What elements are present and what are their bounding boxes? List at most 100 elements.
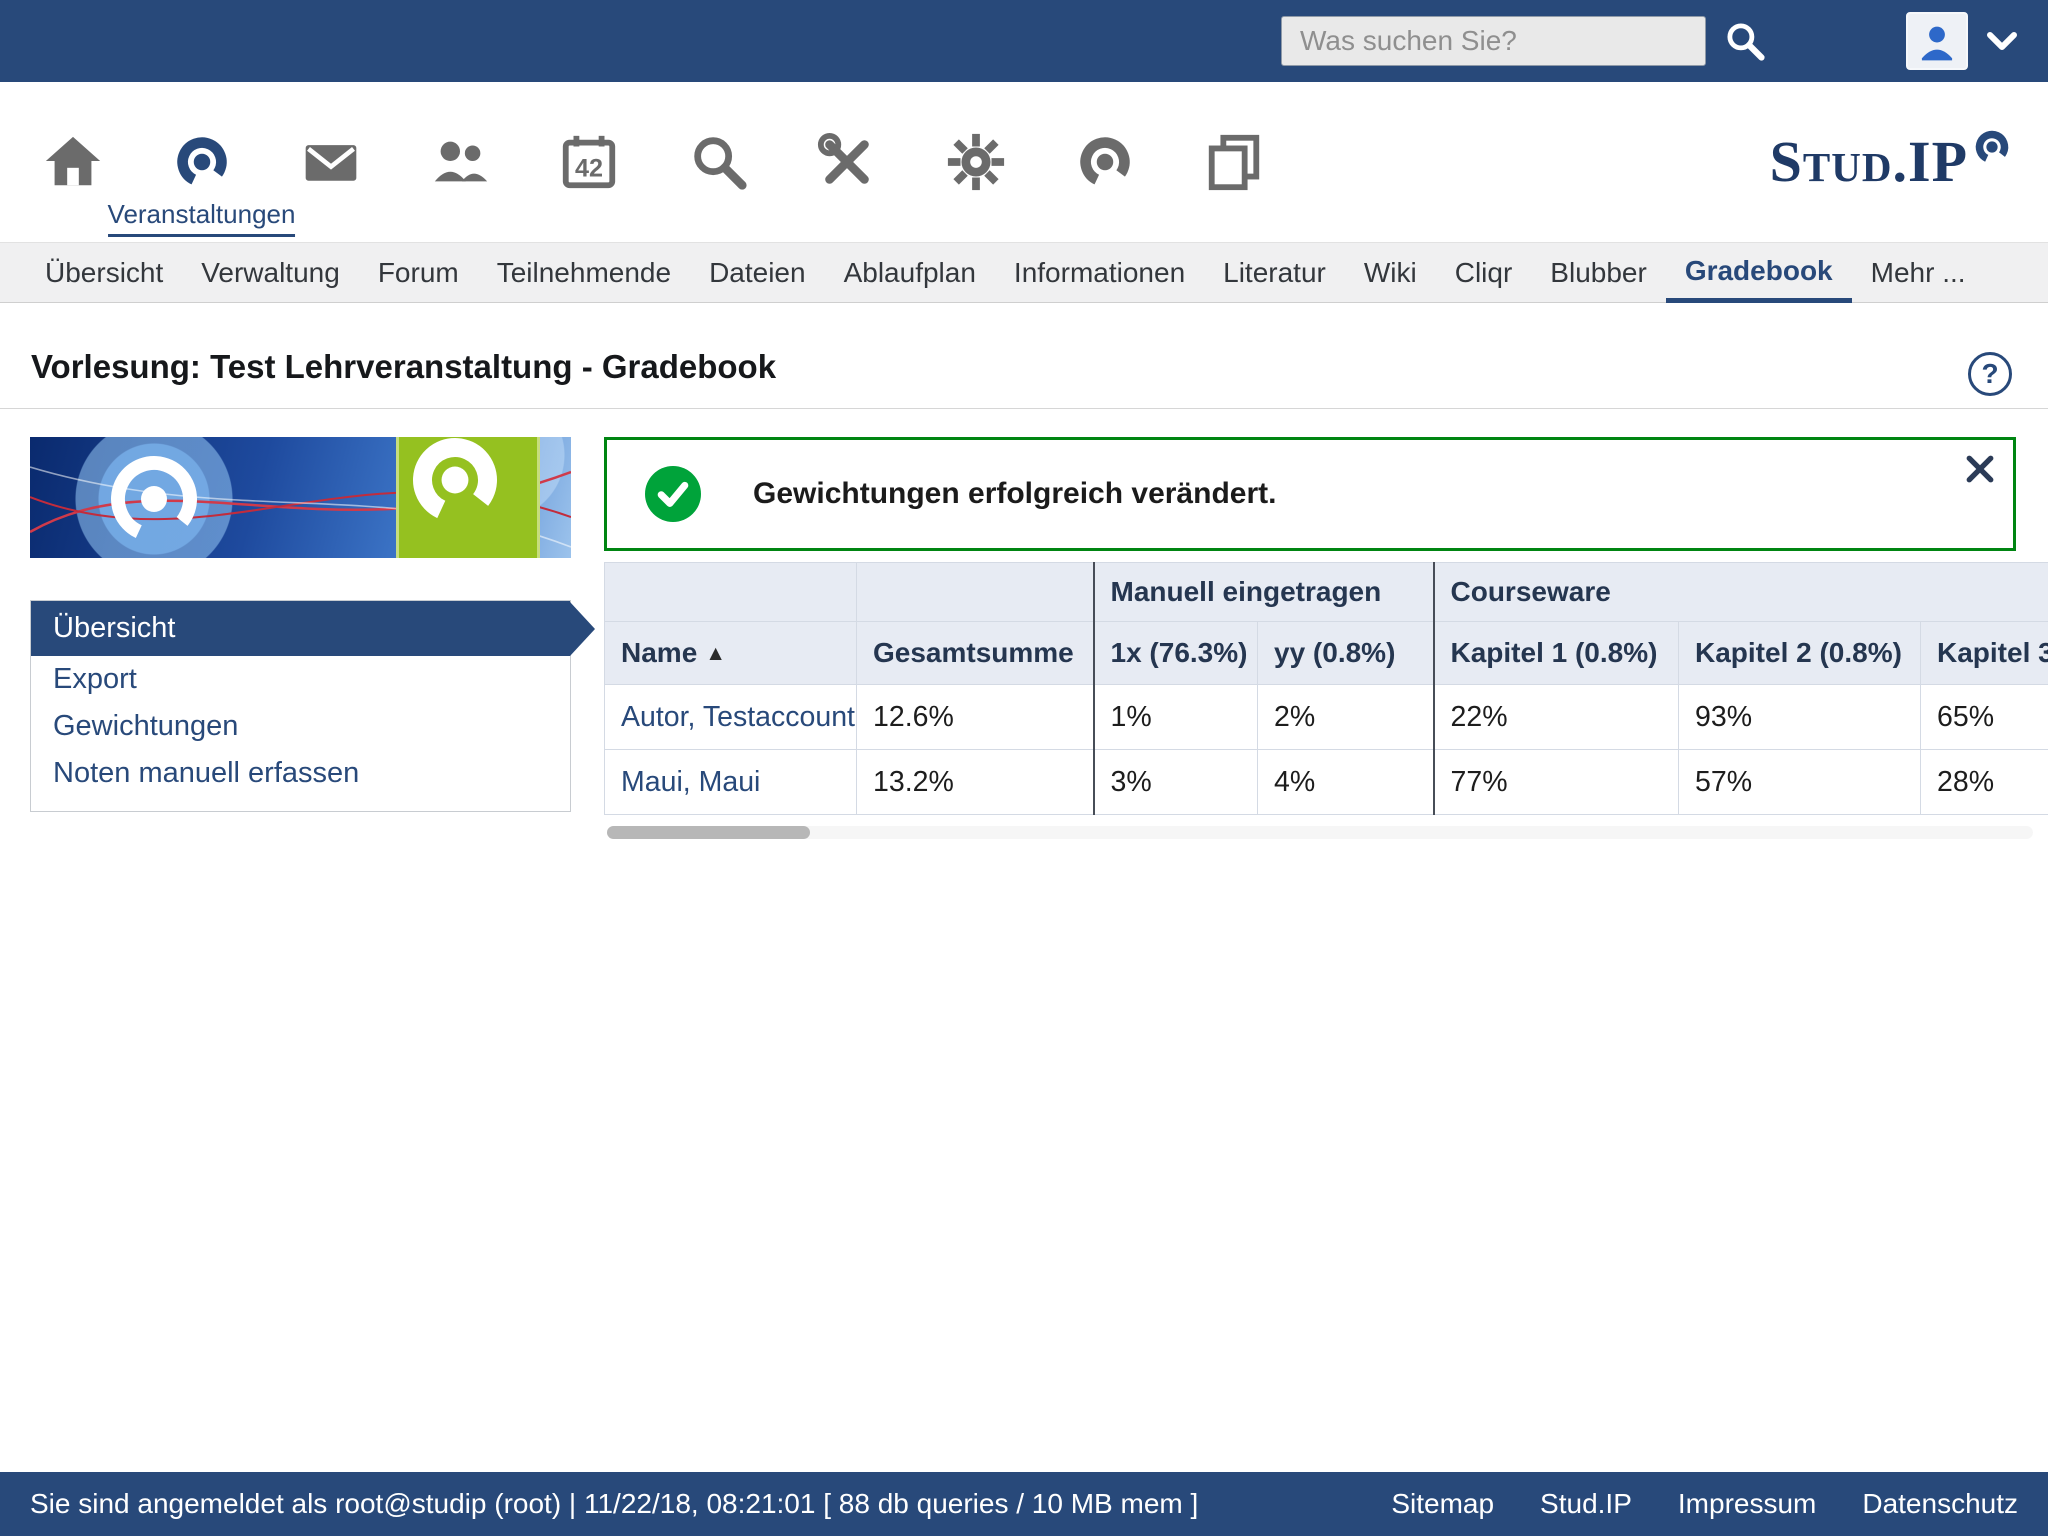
column-header-name[interactable]: Name▲ — [605, 622, 857, 685]
footer-bar: Sie sind angemeldet als root@studip (roo… — [0, 1472, 2048, 1536]
footer-link-datenschutz[interactable]: Datenschutz — [1862, 1488, 2018, 1520]
tab-blubber[interactable]: Blubber — [1531, 243, 1666, 303]
pages-icon — [1203, 131, 1265, 193]
nav-admin-icon[interactable] — [911, 82, 1040, 242]
footer-links: Sitemap Stud.IP Impressum Datenschutz — [1391, 1488, 2018, 1520]
tab-mehr[interactable]: Mehr ... — [1852, 243, 1985, 303]
main-header: Veranstaltungen 42 — [0, 82, 2048, 242]
nav-pages-icon[interactable] — [1169, 82, 1298, 242]
grade-cell: 4% — [1258, 750, 1434, 815]
nav-community-icon[interactable] — [395, 82, 524, 242]
grade-cell: 28% — [1921, 750, 2048, 815]
main-icon-nav: Veranstaltungen 42 — [0, 82, 2048, 242]
tab-dateien[interactable]: Dateien — [690, 243, 825, 303]
studip-logo-text: Stud.IP — [1770, 133, 1968, 191]
home-icon — [42, 131, 104, 193]
courseware-swirl-icon — [399, 437, 511, 536]
grade-cell: 12.6% — [857, 685, 1094, 750]
sidebar-item-export[interactable]: Export — [31, 656, 570, 703]
gear-icon — [945, 131, 1007, 193]
studip-logo: Stud.IP — [1770, 133, 2012, 191]
student-name-link[interactable]: Autor, Testaccount — [621, 701, 855, 733]
column-header-kapitel-3[interactable]: Kapitel 3 — [1921, 622, 2048, 685]
course-tab-bar: ÜbersichtVerwaltungForumTeilnehmendeDate… — [0, 242, 2048, 303]
mail-icon — [301, 132, 361, 192]
sidebar-item-gewichtungen[interactable]: Gewichtungen — [31, 703, 570, 750]
horizontal-scrollbar[interactable] — [607, 826, 2033, 839]
nav-schedule-icon[interactable]: 42 — [524, 82, 653, 242]
tab-wiki[interactable]: Wiki — [1345, 243, 1436, 303]
close-icon[interactable] — [1965, 454, 1995, 489]
nav-tools-icon[interactable] — [782, 82, 911, 242]
grade-cell: 65% — [1921, 685, 2048, 750]
calendar-icon: 42 — [558, 131, 620, 193]
community-icon — [429, 131, 491, 193]
swirl-icon — [1074, 131, 1136, 193]
tab-ablaufplan[interactable]: Ablaufplan — [825, 243, 995, 303]
course-banner-image — [30, 437, 571, 558]
footer-link-sitemap[interactable]: Sitemap — [1391, 1488, 1494, 1520]
title-divider — [0, 408, 2048, 409]
nav-veranstaltungen-icon[interactable]: Veranstaltungen — [137, 82, 266, 242]
nav-studip-icon[interactable] — [1040, 82, 1169, 242]
sidebar-item-noten-manuell-erfassen[interactable]: Noten manuell erfassen — [31, 750, 570, 797]
column-header-kapitel-1-0-8[interactable]: Kapitel 1 (0.8%) — [1434, 622, 1679, 685]
tab-gradebook[interactable]: Gradebook — [1666, 243, 1852, 303]
student-name-cell: Autor, Testaccount — [605, 685, 857, 750]
help-icon[interactable]: ? — [1968, 352, 2012, 396]
grade-cell: 57% — [1679, 750, 1921, 815]
success-message-text: Gewichtungen erfolgreich verändert. — [753, 477, 1276, 511]
calendar-number: 42 — [575, 155, 603, 183]
column-header-kapitel-2-0-8[interactable]: Kapitel 2 (0.8%) — [1679, 622, 1921, 685]
chevron-down-icon[interactable] — [1982, 21, 2022, 61]
tab-informationen[interactable]: Informationen — [995, 243, 1204, 303]
tab-literatur[interactable]: Literatur — [1204, 243, 1345, 303]
footer-status-text: Sie sind angemeldet als root@studip (roo… — [30, 1488, 1391, 1520]
horizontal-scrollbar-thumb[interactable] — [607, 826, 810, 839]
column-header-yy-0-8[interactable]: yy (0.8%) — [1258, 622, 1434, 685]
gradebook-table-wrap: Manuell eingetragenCourseware Name▲Gesamt… — [604, 562, 2048, 815]
column-group-header: Courseware — [1434, 563, 2048, 622]
student-name-link[interactable]: Maui, Maui — [621, 766, 760, 798]
footer-link-impressum[interactable]: Impressum — [1678, 1488, 1816, 1520]
nav-messages-icon[interactable] — [266, 82, 395, 242]
top-bar — [0, 0, 2048, 82]
grade-cell: 1% — [1094, 685, 1258, 750]
grade-cell: 13.2% — [857, 750, 1094, 815]
student-name-cell: Maui, Maui — [605, 750, 857, 815]
course-banner — [30, 437, 571, 558]
sort-ascending-icon: ▲ — [705, 642, 726, 665]
grade-cell: 93% — [1679, 685, 1921, 750]
sidebar-item-übersicht[interactable]: Übersicht — [31, 601, 570, 656]
grade-cell: 2% — [1258, 685, 1434, 750]
tab-übersicht[interactable]: Übersicht — [26, 243, 182, 303]
studip-swirl-icon — [171, 131, 233, 193]
courseware-logo — [396, 437, 540, 558]
tab-teilnehmende[interactable]: Teilnehmende — [478, 243, 690, 303]
avatar[interactable] — [1906, 12, 1968, 70]
help-glyph: ? — [1981, 358, 1998, 390]
column-group-header — [857, 563, 1094, 622]
grade-cell: 77% — [1434, 750, 1679, 815]
grade-cell: 22% — [1434, 685, 1679, 750]
column-header-1x-76-3[interactable]: 1x (76.3%) — [1094, 622, 1258, 685]
footer-link-stud-ip[interactable]: Stud.IP — [1540, 1488, 1632, 1520]
grade-cell: 3% — [1094, 750, 1258, 815]
sidebar-menu: ÜbersichtExportGewichtungenNoten manuell… — [30, 600, 571, 812]
studip-logo-swirl-icon — [1972, 127, 2012, 167]
page-title: Vorlesung: Test Lehrveranstaltung - Grad… — [31, 348, 776, 386]
search-icon — [687, 131, 749, 193]
table-row: Maui, Maui 13.2%3%4%77%57%28% — [605, 750, 2048, 815]
tab-cliqr[interactable]: Cliqr — [1436, 243, 1532, 303]
column-group-header: Manuell eingetragen — [1094, 563, 1434, 622]
search-input[interactable] — [1281, 16, 1706, 66]
success-check-icon — [645, 466, 701, 522]
column-header-gesamtsumme[interactable]: Gesamtsumme — [857, 622, 1094, 685]
gradebook-table: Manuell eingetragenCourseware Name▲Gesamt… — [604, 562, 2048, 815]
tab-forum[interactable]: Forum — [359, 243, 478, 303]
column-group-header — [605, 563, 857, 622]
search-submit-icon[interactable] — [1722, 18, 1768, 64]
nav-search-icon[interactable] — [653, 82, 782, 242]
tab-verwaltung[interactable]: Verwaltung — [182, 243, 359, 303]
table-row: Autor, Testaccount12.6%1%2%22%93%65% — [605, 685, 2048, 750]
